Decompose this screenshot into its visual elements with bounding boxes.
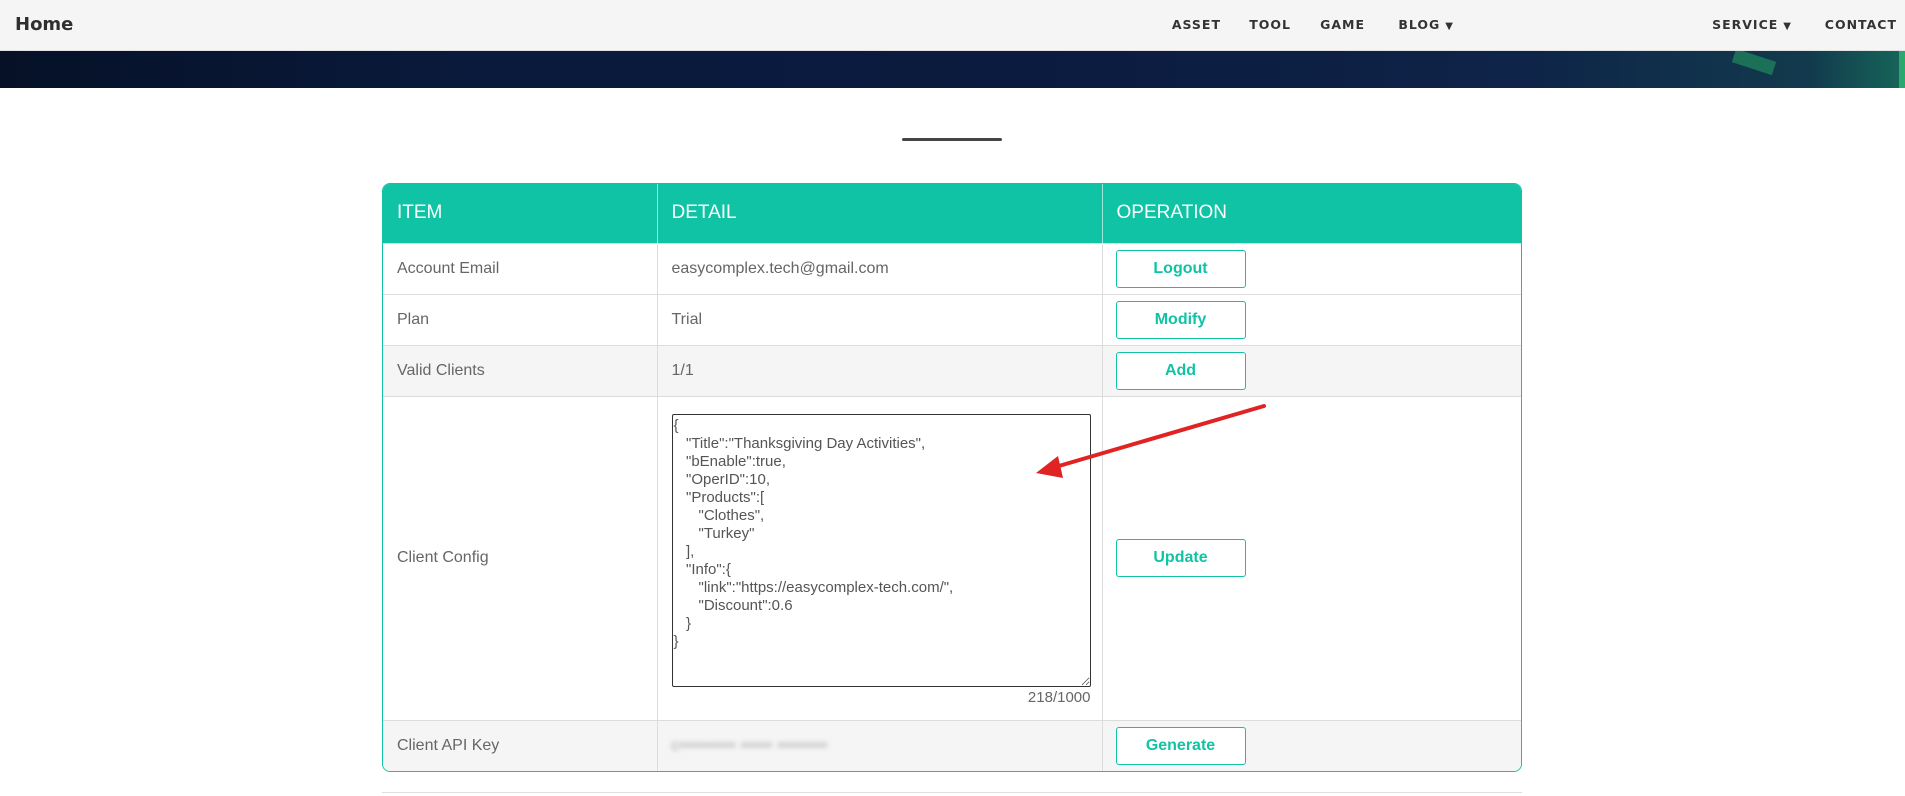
nav-game[interactable]: GAME [1320, 17, 1365, 32]
logout-button[interactable]: Logout [1115, 249, 1246, 288]
operation-cell: Update [1102, 395, 1521, 720]
account-table: ITEM DETAIL OPERATION Account Email easy… [382, 183, 1522, 772]
character-counter: 218/1000 [1027, 688, 1091, 706]
section-divider [902, 138, 1002, 141]
plan-value: Trial [657, 293, 1103, 345]
client-config-textarea[interactable] [671, 413, 1091, 687]
item-label: Client API Key [383, 719, 658, 771]
header-operation: OPERATION [1116, 202, 1228, 224]
update-button[interactable]: Update [1115, 539, 1246, 577]
header-item: ITEM [383, 184, 658, 243]
top-navbar: Home ASSET TOOL GAME BLOG ▼ SERVICE ▼ CONT… [0, 0, 1905, 51]
banner-decoration [1731, 51, 1777, 76]
add-button[interactable]: Add [1115, 351, 1246, 390]
header-detail: DETAIL [657, 184, 1103, 243]
valid-clients-value: 1/1 [657, 344, 1103, 396]
table-row-client-config: Client Config 218/1000 Update [383, 395, 1521, 720]
nav-service[interactable]: SERVICE ▼ [1712, 17, 1791, 32]
home-link[interactable]: Home [15, 14, 73, 35]
api-key-value-blurred: c••••••••• ••••• •••••••• [671, 736, 828, 754]
nav-asset[interactable]: ASSET [1172, 17, 1221, 32]
chevron-down-icon: ▼ [1445, 21, 1453, 32]
operation-cell: Modify [1102, 293, 1521, 345]
item-label: Client Config [383, 395, 658, 720]
nav-tool[interactable]: TOOL [1249, 17, 1291, 32]
operation-cell: Generate [1102, 719, 1521, 771]
banner-edge [1899, 51, 1905, 88]
client-config-cell: 218/1000 [657, 395, 1103, 720]
operation-cell: Logout [1102, 242, 1521, 294]
nav-service-label: SERVICE [1712, 17, 1779, 32]
chevron-down-icon: ▼ [1783, 21, 1791, 32]
table-row-account-email: Account Email easycomplex.tech@gmail.com… [383, 242, 1521, 294]
modify-button[interactable]: Modify [1115, 300, 1246, 339]
table-row-client-api-key: Client API Key c••••••••• ••••• ••••••••… [383, 719, 1521, 771]
table-header-row: ITEM DETAIL OPERATION [383, 184, 1521, 243]
client-api-key-cell: c••••••••• ••••• •••••••• [657, 719, 1103, 771]
item-label: Account Email [383, 242, 658, 294]
footer-divider [382, 792, 1522, 793]
nav-contact[interactable]: CONTACT [1825, 17, 1897, 32]
item-label: Plan [383, 293, 658, 345]
nav-blog-label: BLOG [1398, 17, 1441, 32]
table-row-plan: Plan Trial Modify [383, 293, 1521, 345]
generate-button[interactable]: Generate [1115, 726, 1246, 765]
account-email-value: easycomplex.tech@gmail.com [657, 242, 1103, 294]
table-row-valid-clients: Valid Clients 1/1 Add [383, 344, 1521, 396]
nav-blog[interactable]: BLOG ▼ [1398, 17, 1453, 32]
item-label: Valid Clients [383, 344, 658, 396]
hero-banner-strip [0, 51, 1905, 88]
operation-cell: Add [1102, 344, 1521, 396]
